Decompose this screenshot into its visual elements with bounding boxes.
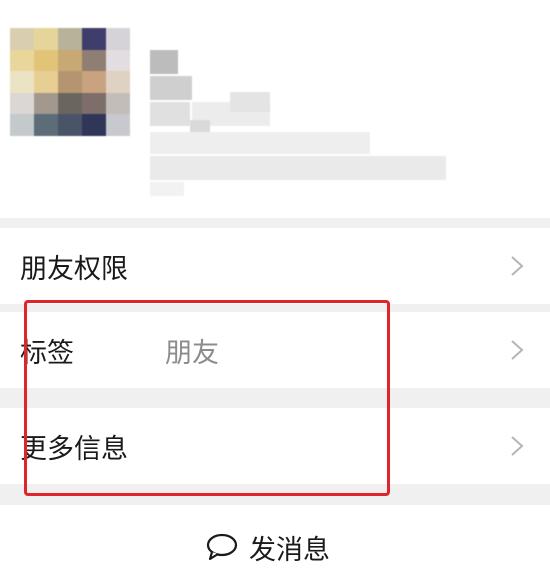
avatar[interactable] xyxy=(10,28,130,136)
row-label: 朋友权限 xyxy=(20,253,128,285)
separator xyxy=(0,388,550,408)
chevron-right-icon xyxy=(511,256,524,276)
chevron-right-icon xyxy=(511,340,524,360)
row-label: 标签 xyxy=(20,337,74,369)
chat-bubble-icon xyxy=(206,533,238,561)
row-tags[interactable]: 标签 朋友 xyxy=(0,312,550,388)
chevron-right-icon xyxy=(511,436,524,456)
send-message-button[interactable]: 发消息 xyxy=(205,525,330,569)
send-message-label: 发消息 xyxy=(249,534,330,566)
row-friend-permissions[interactable]: 朋友权限 xyxy=(0,228,550,304)
separator xyxy=(0,304,550,312)
profile-header xyxy=(0,0,550,218)
row-more-info[interactable]: 更多信息 xyxy=(0,408,550,484)
profile-name-blurred xyxy=(150,36,450,196)
separator xyxy=(0,484,550,505)
tag-value: 朋友 xyxy=(165,337,219,369)
row-label: 更多信息 xyxy=(20,433,128,465)
